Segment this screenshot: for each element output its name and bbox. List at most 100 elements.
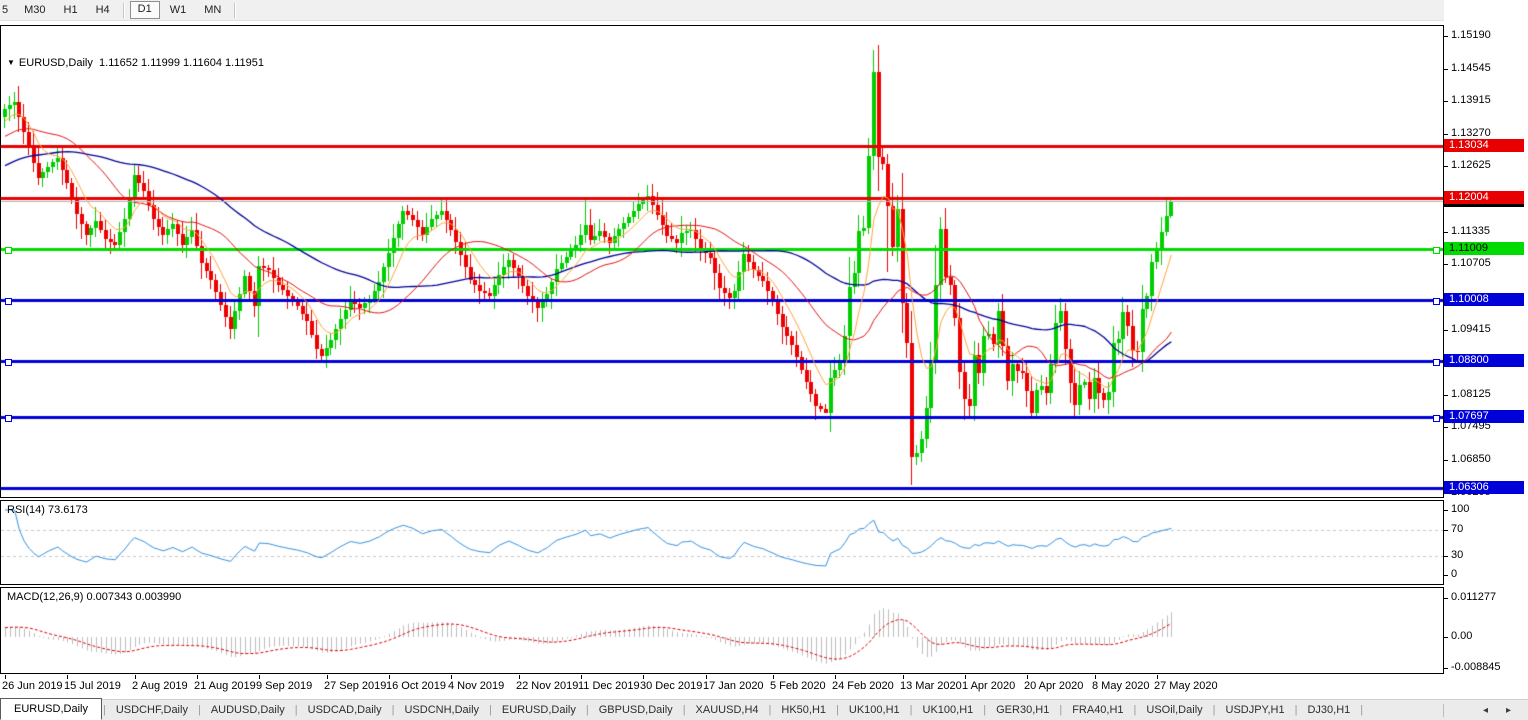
- tab-dj30-h1[interactable]: DJ30,H1: [1298, 702, 1359, 718]
- rsi-axis-label: 70: [1451, 523, 1463, 535]
- timeframe-button-h1[interactable]: H1: [56, 2, 86, 18]
- tab-scroll-right-icon[interactable]: ▸: [1497, 705, 1520, 716]
- pane-splitter[interactable]: [0, 497, 1444, 501]
- tab-scroll-arrows: ◂▸: [1443, 704, 1520, 717]
- tab-eurusd-daily[interactable]: EURUSD,Daily: [0, 698, 102, 720]
- date-label: 1 Apr 2020: [962, 680, 1015, 692]
- price-badge-1.07697: 1.07697: [1444, 410, 1524, 423]
- price-tick: [1444, 330, 1448, 331]
- macd-pane: MACD(12,26,9) 0.007343 0.003990: [0, 587, 1444, 674]
- rsi-pane: RSI(14) 73.6173: [0, 500, 1444, 585]
- rsi-axis-label: 30: [1451, 549, 1463, 561]
- date-label: 11 Dec 2019: [578, 680, 640, 692]
- date-tick: [197, 675, 198, 679]
- date-tick: [581, 675, 582, 679]
- rsi-axis-label: 100: [1451, 503, 1469, 515]
- price-tick: [1444, 69, 1448, 70]
- date-label: 20 Apr 2020: [1024, 680, 1083, 692]
- tab-scroll-left-icon[interactable]: ◂: [1474, 705, 1497, 716]
- date-tick: [259, 675, 260, 679]
- price-tick: [1444, 395, 1448, 396]
- tab-usdcad-daily[interactable]: USDCAD,Daily: [299, 702, 391, 718]
- date-tick: [451, 675, 452, 679]
- date-tick: [67, 675, 68, 679]
- trendline-handle[interactable]: [1433, 415, 1440, 422]
- toolbar-separator: [123, 3, 125, 18]
- chart-symbol-label: EURUSD,Daily: [19, 57, 93, 69]
- date-tick: [903, 675, 904, 679]
- macd-tick: [1444, 668, 1448, 669]
- timeframe-button-h4[interactable]: H4: [88, 2, 118, 18]
- date-label: 21 Aug 2019: [194, 680, 256, 692]
- date-label: 27 Sep 2019: [324, 680, 386, 692]
- tab-ger30-h1[interactable]: GER30,H1: [987, 702, 1058, 718]
- trendline-handle[interactable]: [1433, 247, 1440, 254]
- price-axis-label: 1.13270: [1451, 127, 1491, 139]
- tab-uk100-h1[interactable]: UK100,H1: [914, 702, 983, 718]
- price-axis-label: 1.15190: [1451, 29, 1491, 41]
- trendline-handle[interactable]: [5, 298, 12, 305]
- timeframe-button-mn[interactable]: MN: [196, 2, 229, 18]
- trendline-handle[interactable]: [5, 415, 12, 422]
- tab-eurusd-daily[interactable]: EURUSD,Daily: [493, 702, 585, 718]
- date-label: 2 Aug 2019: [132, 680, 188, 692]
- rsi-axis-label: 0: [1451, 568, 1457, 580]
- trendline-handle[interactable]: [1433, 359, 1440, 366]
- price-badge-1.11009: 1.11009: [1444, 242, 1524, 255]
- main-chart-pane: ▼EURUSD,Daily 1.11652 1.11999 1.11604 1.…: [0, 25, 1444, 498]
- date-label: 16 Oct 2019: [386, 680, 446, 692]
- timeframe-toolbar: 5M30H1H4 D1W1MN: [0, 0, 1528, 21]
- price-axis: 1.151901.145451.139151.132701.126251.113…: [1444, 0, 1528, 720]
- date-label: 13 Mar 2020: [900, 680, 962, 692]
- timeframe-button-m30[interactable]: M30: [16, 2, 53, 18]
- trendline-handle[interactable]: [1433, 298, 1440, 305]
- date-label: 8 May 2020: [1092, 680, 1149, 692]
- tab-uk100-h1[interactable]: UK100,H1: [840, 702, 909, 718]
- trendline-handle[interactable]: [5, 359, 12, 366]
- date-tick: [773, 675, 774, 679]
- rsi-tick: [1444, 530, 1448, 531]
- date-label: 15 Jul 2019: [64, 680, 121, 692]
- date-tick: [1027, 675, 1028, 679]
- date-label: 26 Jun 2019: [2, 680, 63, 692]
- date-tick: [519, 675, 520, 679]
- date-label: 17 Jan 2020: [703, 680, 764, 692]
- trendline-handle[interactable]: [5, 247, 12, 254]
- rsi-tick: [1444, 556, 1448, 557]
- tab-usdjpy-h1[interactable]: USDJPY,H1: [1217, 702, 1294, 718]
- tab-audusd-daily[interactable]: AUDUSD,Daily: [202, 702, 294, 718]
- rsi-tick: [1444, 575, 1448, 576]
- macd-axis-label: 0.011277: [1451, 591, 1496, 603]
- timeframe-button-w1[interactable]: W1: [162, 2, 195, 18]
- date-tick: [835, 675, 836, 679]
- date-tick: [965, 675, 966, 679]
- tab-gbpusd-daily[interactable]: GBPUSD,Daily: [590, 702, 682, 718]
- tab-usoil-daily[interactable]: USOil,Daily: [1137, 702, 1211, 718]
- macd-canvas[interactable]: [1, 588, 1443, 673]
- main-chart-canvas[interactable]: [1, 26, 1443, 497]
- rsi-tick: [1444, 510, 1448, 511]
- chart-dropdown-icon[interactable]: ▼: [7, 58, 15, 67]
- date-label: 24 Feb 2020: [832, 680, 894, 692]
- timeframe-button-5[interactable]: 5: [1, 2, 14, 18]
- rsi-canvas[interactable]: [1, 501, 1443, 584]
- price-tick: [1444, 36, 1448, 37]
- macd-tick: [1444, 637, 1448, 638]
- macd-axis-label: 0.00: [1451, 630, 1472, 642]
- price-axis-label: 1.08125: [1451, 388, 1491, 400]
- macd-label: MACD(12,26,9) 0.007343 0.003990: [7, 591, 181, 603]
- rsi-label: RSI(14) 73.6173: [7, 504, 88, 516]
- tab-usdcnh-daily[interactable]: USDCNH,Daily: [395, 702, 488, 718]
- date-label: 22 Nov 2019: [516, 680, 578, 692]
- tab-xauusd-h4[interactable]: XAUUSD,H4: [687, 702, 768, 718]
- date-tick: [643, 675, 644, 679]
- price-axis-label: 1.14545: [1451, 62, 1491, 74]
- timeframe-button-d1[interactable]: D1: [130, 1, 160, 19]
- tab-fra40-h1[interactable]: FRA40,H1: [1063, 702, 1132, 718]
- pane-splitter[interactable]: [0, 584, 1444, 588]
- macd-tick: [1444, 598, 1448, 599]
- tab-usdchf-daily[interactable]: USDCHF,Daily: [107, 702, 197, 718]
- tab-arrows-separator: [1443, 704, 1444, 717]
- date-label: 5 Feb 2020: [770, 680, 826, 692]
- tab-hk50-h1[interactable]: HK50,H1: [772, 702, 835, 718]
